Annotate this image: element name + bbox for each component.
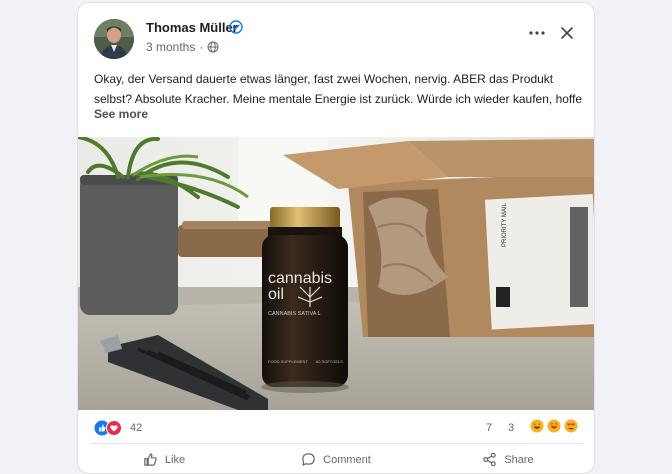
comment-icon xyxy=(302,453,315,466)
verified-badge-icon xyxy=(229,20,243,34)
reaction-icons[interactable] xyxy=(94,420,122,436)
post-card: Thomas Müller 3 months · Okay, der Versa… xyxy=(77,2,595,474)
more-options-button[interactable] xyxy=(526,22,548,44)
comment-button[interactable]: Comment xyxy=(250,444,422,473)
post-timestamp[interactable]: 3 months xyxy=(146,40,195,54)
reactions-bar: 42 7 3 xyxy=(78,410,594,443)
laugh-emoji-icon xyxy=(530,419,544,433)
share-count[interactable]: 3 xyxy=(508,422,514,434)
love-icon xyxy=(106,420,122,436)
post-actions: Like Comment Share xyxy=(78,444,594,473)
more-dots-icon xyxy=(529,31,545,35)
bottle-label-sub: CANNABIS SATIVA L xyxy=(268,311,321,317)
like-label: Like xyxy=(164,453,186,466)
box-label-text: PRIORITY MAIL xyxy=(502,202,508,247)
author-avatar[interactable] xyxy=(94,19,134,59)
bottle-label-main: cannabis xyxy=(268,270,332,287)
comment-label: Comment xyxy=(323,453,371,466)
love-eyes-emoji-icon xyxy=(564,419,578,433)
thumbs-up-icon xyxy=(144,453,157,466)
author-name[interactable]: Thomas Müller xyxy=(146,20,238,35)
bottle-label-oil: oil xyxy=(268,286,284,303)
comment-count[interactable]: 7 xyxy=(486,422,492,434)
bottle-small-left: FOOD SUPPLEMENT xyxy=(268,359,308,364)
globe-icon xyxy=(207,41,219,53)
meta-separator: · xyxy=(199,40,204,54)
like-button[interactable]: Like xyxy=(78,444,250,473)
avatar-image xyxy=(94,19,134,59)
haha-emoji-icon xyxy=(547,419,561,433)
post-body-text: Okay, der Versand dauerte etwas länger, … xyxy=(94,72,583,106)
emoji-reactions[interactable] xyxy=(530,419,578,433)
share-button[interactable]: Share xyxy=(422,444,594,473)
post-header: Thomas Müller 3 months · xyxy=(78,3,594,63)
see-more-link[interactable]: See more xyxy=(94,107,148,121)
reaction-count[interactable]: 42 xyxy=(130,422,142,434)
post-meta: 3 months · xyxy=(146,40,219,54)
post-photo[interactable]: PRIORITY MAIL cannabis oil CANNABIS SATI… xyxy=(78,137,595,410)
bottle-small-right: 60 SOFTGELS xyxy=(316,359,343,364)
close-button[interactable] xyxy=(556,22,578,44)
share-icon xyxy=(483,452,497,467)
close-icon xyxy=(561,27,573,39)
share-label: Share xyxy=(504,453,534,466)
